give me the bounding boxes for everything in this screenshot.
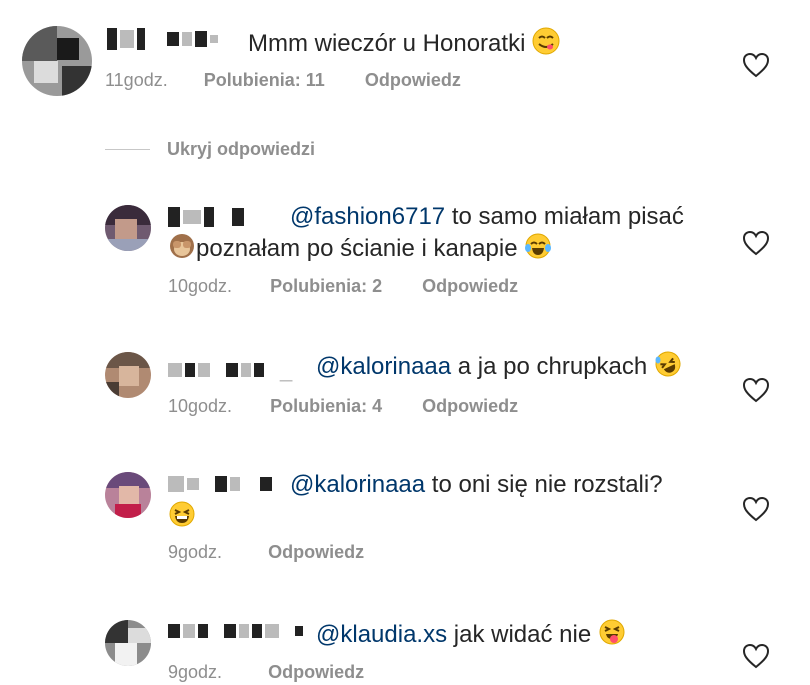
heart-icon[interactable] [742, 230, 770, 256]
reply-text-line2: poznałam po ścianie i kanapie [168, 232, 552, 264]
reply-body-2: poznałam po ścianie i kanapie [196, 235, 518, 262]
reply-body: to oni się nie rozstali? [431, 471, 663, 498]
reply-likes[interactable]: Polubienia: 2 [270, 276, 382, 296]
comment-time: 11godz. [105, 70, 168, 90]
reply-time: 10godz. [168, 396, 233, 416]
heart-icon[interactable] [742, 496, 770, 522]
hide-replies-button[interactable]: Ukryj odpowiedzi [167, 139, 315, 160]
reply-meta: 10godz. Polubienia: 2 Odpowiedz [168, 276, 518, 297]
username-pixelated[interactable] [168, 476, 272, 492]
reply-body: jak widać nie [453, 621, 592, 648]
reply-text: @fashion6717 to samo miałam pisać [290, 202, 684, 232]
reply-meta: 9godz. Odpowiedz [168, 542, 364, 563]
username-pixelated[interactable]: _ [168, 357, 292, 383]
reply-likes[interactable]: Polubienia: 4 [270, 396, 382, 416]
face-savoring-food-emoji [532, 27, 560, 55]
reply-button[interactable]: Odpowiedz [365, 70, 461, 90]
username-suffix: _ [280, 357, 293, 382]
reply-time: 9godz. [168, 662, 223, 682]
mention-link[interactable]: @fashion6717 [290, 203, 445, 230]
avatar[interactable] [105, 205, 151, 251]
tears-of-joy-emoji [525, 233, 552, 259]
username-pixelated[interactable] [107, 28, 218, 50]
heart-icon[interactable] [742, 643, 770, 669]
username-pixelated[interactable] [168, 624, 303, 638]
mention-link[interactable]: @kalorinaaa [316, 353, 451, 380]
comment-text: Mmm wieczór u Honoratki [248, 27, 560, 59]
rolling-on-floor-laughing-emoji [655, 351, 681, 377]
reply-time: 10godz. [168, 276, 233, 296]
squinting-tongue-emoji [599, 619, 625, 645]
reply-button[interactable]: Odpowiedz [268, 542, 364, 562]
mention-link[interactable]: @klaudia.xs [316, 621, 447, 648]
heart-icon[interactable] [742, 377, 770, 403]
comment-body: Mmm wieczór u Honoratki [248, 30, 526, 57]
mention-link[interactable]: @kalorinaaa [290, 471, 425, 498]
replies-divider [105, 149, 150, 150]
reply-text: @kalorinaaa to oni się nie rozstali? [290, 470, 663, 500]
comment-meta: 11godz. Polubienia: 11 Odpowiedz [105, 70, 461, 91]
avatar[interactable] [105, 620, 151, 666]
avatar[interactable] [105, 472, 151, 518]
avatar[interactable] [22, 26, 92, 96]
reply-text: @klaudia.xs jak widać nie [316, 618, 626, 650]
reply-emoji-line [168, 500, 196, 532]
username-pixelated[interactable] [168, 207, 244, 227]
reply-button[interactable]: Odpowiedz [422, 396, 518, 416]
reply-button[interactable]: Odpowiedz [268, 662, 364, 682]
reply-body: a ja po chrupkach [457, 353, 648, 380]
see-no-evil-monkey-emoji [170, 234, 194, 258]
reply-meta: 9godz. Odpowiedz [168, 662, 364, 683]
avatar[interactable] [105, 352, 151, 398]
grinning-squinting-emoji [169, 501, 195, 527]
reply-time: 9godz. [168, 542, 223, 562]
comment-likes[interactable]: Polubienia: 11 [204, 70, 325, 90]
heart-icon[interactable] [742, 52, 770, 78]
reply-button[interactable]: Odpowiedz [422, 276, 518, 296]
reply-meta: 10godz. Polubienia: 4 Odpowiedz [168, 396, 518, 417]
reply-text: @kalorinaaa a ja po chrupkach [316, 350, 682, 382]
reply-body: to samo miałam pisać [451, 203, 684, 230]
hide-replies-label: Ukryj odpowiedzi [167, 139, 316, 159]
